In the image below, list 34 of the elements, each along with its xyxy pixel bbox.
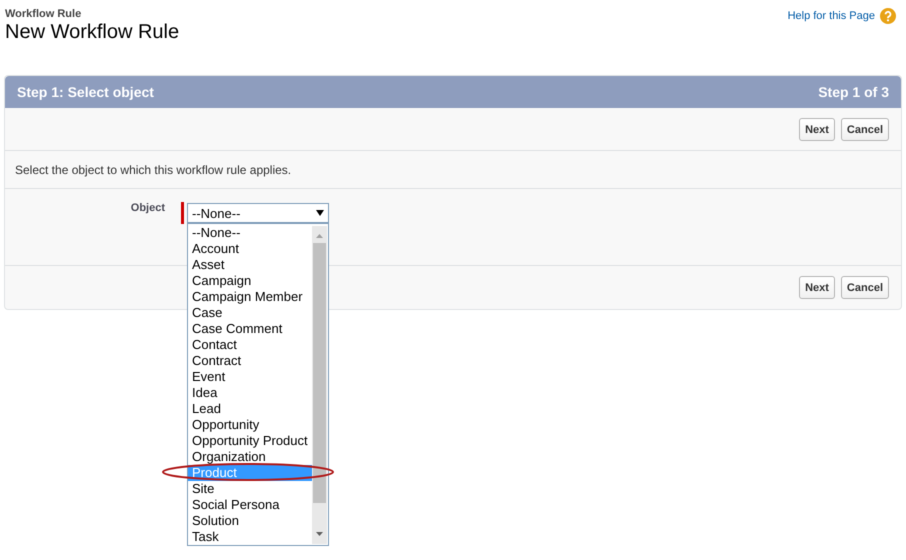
dropdown-option[interactable]: Case Comment bbox=[188, 321, 312, 337]
dropdown-option[interactable]: Task bbox=[188, 529, 312, 545]
object-select[interactable]: --None-- bbox=[187, 203, 329, 223]
step-counter: Step 1 of 3 bbox=[818, 84, 889, 100]
dropdown-option[interactable]: Event bbox=[188, 369, 312, 385]
dropdown-option[interactable]: Campaign bbox=[188, 273, 312, 289]
dropdown-option[interactable]: Organization bbox=[188, 449, 312, 465]
next-button[interactable]: Next bbox=[799, 118, 835, 141]
help-link[interactable]: Help for this Page bbox=[788, 10, 875, 22]
dropdown-option[interactable]: Campaign Member bbox=[188, 289, 312, 305]
dropdown-option[interactable]: Contact bbox=[188, 337, 312, 353]
dropdown-option[interactable]: Case bbox=[188, 305, 312, 321]
cancel-button[interactable]: Cancel bbox=[840, 118, 889, 141]
help-icon[interactable] bbox=[880, 8, 896, 24]
dropdown-option[interactable]: Account bbox=[188, 241, 312, 257]
dropdown-option[interactable]: --None-- bbox=[188, 225, 312, 241]
next-button[interactable]: Next bbox=[799, 276, 835, 299]
dropdown-option[interactable]: Asset bbox=[188, 257, 312, 273]
step-title: Step 1: Select object bbox=[17, 84, 154, 100]
dropdown-option[interactable]: Opportunity bbox=[188, 417, 312, 433]
dropdown-option[interactable]: Site bbox=[188, 481, 312, 497]
dropdown-option[interactable]: Solution bbox=[188, 513, 312, 529]
page-title: New Workflow Rule bbox=[5, 21, 180, 44]
field-label: Object bbox=[130, 202, 165, 216]
scrollbar[interactable] bbox=[312, 226, 327, 544]
breadcrumb: Workflow Rule bbox=[5, 8, 82, 20]
dropdown-option[interactable]: Idea bbox=[188, 385, 312, 401]
dropdown-option[interactable]: Social Persona bbox=[188, 497, 312, 513]
dropdown-option[interactable]: Contract bbox=[188, 353, 312, 369]
instruction-text: Select the object to which this workflow rule applies. bbox=[5, 151, 901, 189]
dropdown-option[interactable]: Lead bbox=[188, 401, 312, 417]
dropdown-option[interactable]: Opportunity Product bbox=[188, 433, 312, 449]
cancel-button[interactable]: Cancel bbox=[840, 276, 889, 299]
dropdown-arrow-icon bbox=[316, 210, 324, 216]
